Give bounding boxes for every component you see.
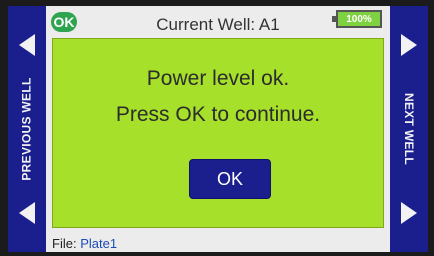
top-bar: OK Current Well: A1 100%: [46, 6, 390, 36]
next-well-button[interactable]: NEXT WELL: [390, 6, 428, 252]
ok-button[interactable]: OK: [189, 159, 271, 199]
arrow-right-icon: [401, 34, 417, 56]
arrow-left-icon: [19, 34, 35, 56]
message-line-1: Power level ok.: [146, 67, 290, 90]
device-bezel: PREVIOUS WELL NEXT WELL OK Current Well:…: [0, 0, 434, 256]
arrow-left-icon: [19, 202, 35, 224]
message-line-2: Press OK to continue.: [115, 103, 321, 126]
screen: PREVIOUS WELL NEXT WELL OK Current Well:…: [8, 6, 428, 252]
next-well-label: NEXT WELL: [402, 92, 416, 166]
previous-well-button[interactable]: PREVIOUS WELL: [8, 6, 46, 252]
message-panel: Power level ok. Press OK to continue. OK: [52, 38, 384, 228]
file-info: File: Plate1: [52, 236, 117, 251]
arrow-right-icon: [401, 202, 417, 224]
file-name: Plate1: [80, 236, 118, 251]
previous-well-label: PREVIOUS WELL: [20, 77, 34, 181]
battery-indicator: 100%: [332, 10, 382, 28]
file-label: File:: [52, 236, 77, 251]
